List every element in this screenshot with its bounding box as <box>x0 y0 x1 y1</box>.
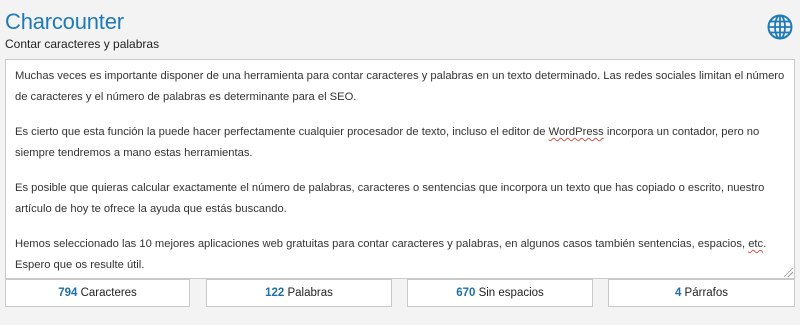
paragraph-text: Es cierto que esta función la puede hace… <box>15 126 549 138</box>
stat-label: Caracteres <box>77 287 137 299</box>
stat-value: 122 <box>265 287 285 299</box>
paragraph-text: Muchas veces es importante disponer de u… <box>15 70 785 103</box>
editor-paragraph: Es cierto que esta función la puede hace… <box>15 122 785 164</box>
charcounter-app: Charcounter Contar caracteres y palabras… <box>0 0 800 325</box>
app-subtitle: Contar caracteres y palabras <box>5 37 160 51</box>
stat-value: 670 <box>456 287 476 299</box>
editor-paragraph: Es posible que quieras calcular exactame… <box>15 178 785 220</box>
globe-icon[interactable] <box>767 14 793 40</box>
words-count-button[interactable]: 122 Palabras <box>206 279 392 307</box>
stat-label: Párrafos <box>681 287 729 299</box>
stat-value: 794 <box>58 287 78 299</box>
stat-label: Palabras <box>284 287 333 299</box>
paragraphs-count-button[interactable]: 4 Párrafos <box>608 279 795 307</box>
paragraph-text: Es posible que quieras calcular exactame… <box>15 182 765 215</box>
no-spaces-count-button[interactable]: 670 Sin espacios <box>407 279 593 307</box>
editor-paragraph: Hemos seleccionado las 10 mejores aplica… <box>15 234 785 276</box>
paragraph-text: Hemos seleccionado las 10 mejores aplica… <box>15 238 749 250</box>
misspelled-word[interactable]: WordPress <box>549 126 604 138</box>
text-editor[interactable]: Muchas veces es importante disponer de u… <box>5 59 795 279</box>
editor-paragraph: Muchas veces es importante disponer de u… <box>15 66 785 108</box>
app-title: Charcounter <box>5 9 124 34</box>
characters-count-button[interactable]: 794 Caracteres <box>5 279 190 307</box>
stat-label: Sin espacios <box>475 287 544 299</box>
resize-handle[interactable] <box>784 268 793 277</box>
stats-bar: 794 Caracteres 122 Palabras 670 Sin espa… <box>5 279 795 309</box>
header: Charcounter Contar caracteres y palabras <box>5 10 795 54</box>
misspelled-word[interactable]: etc <box>748 238 763 250</box>
